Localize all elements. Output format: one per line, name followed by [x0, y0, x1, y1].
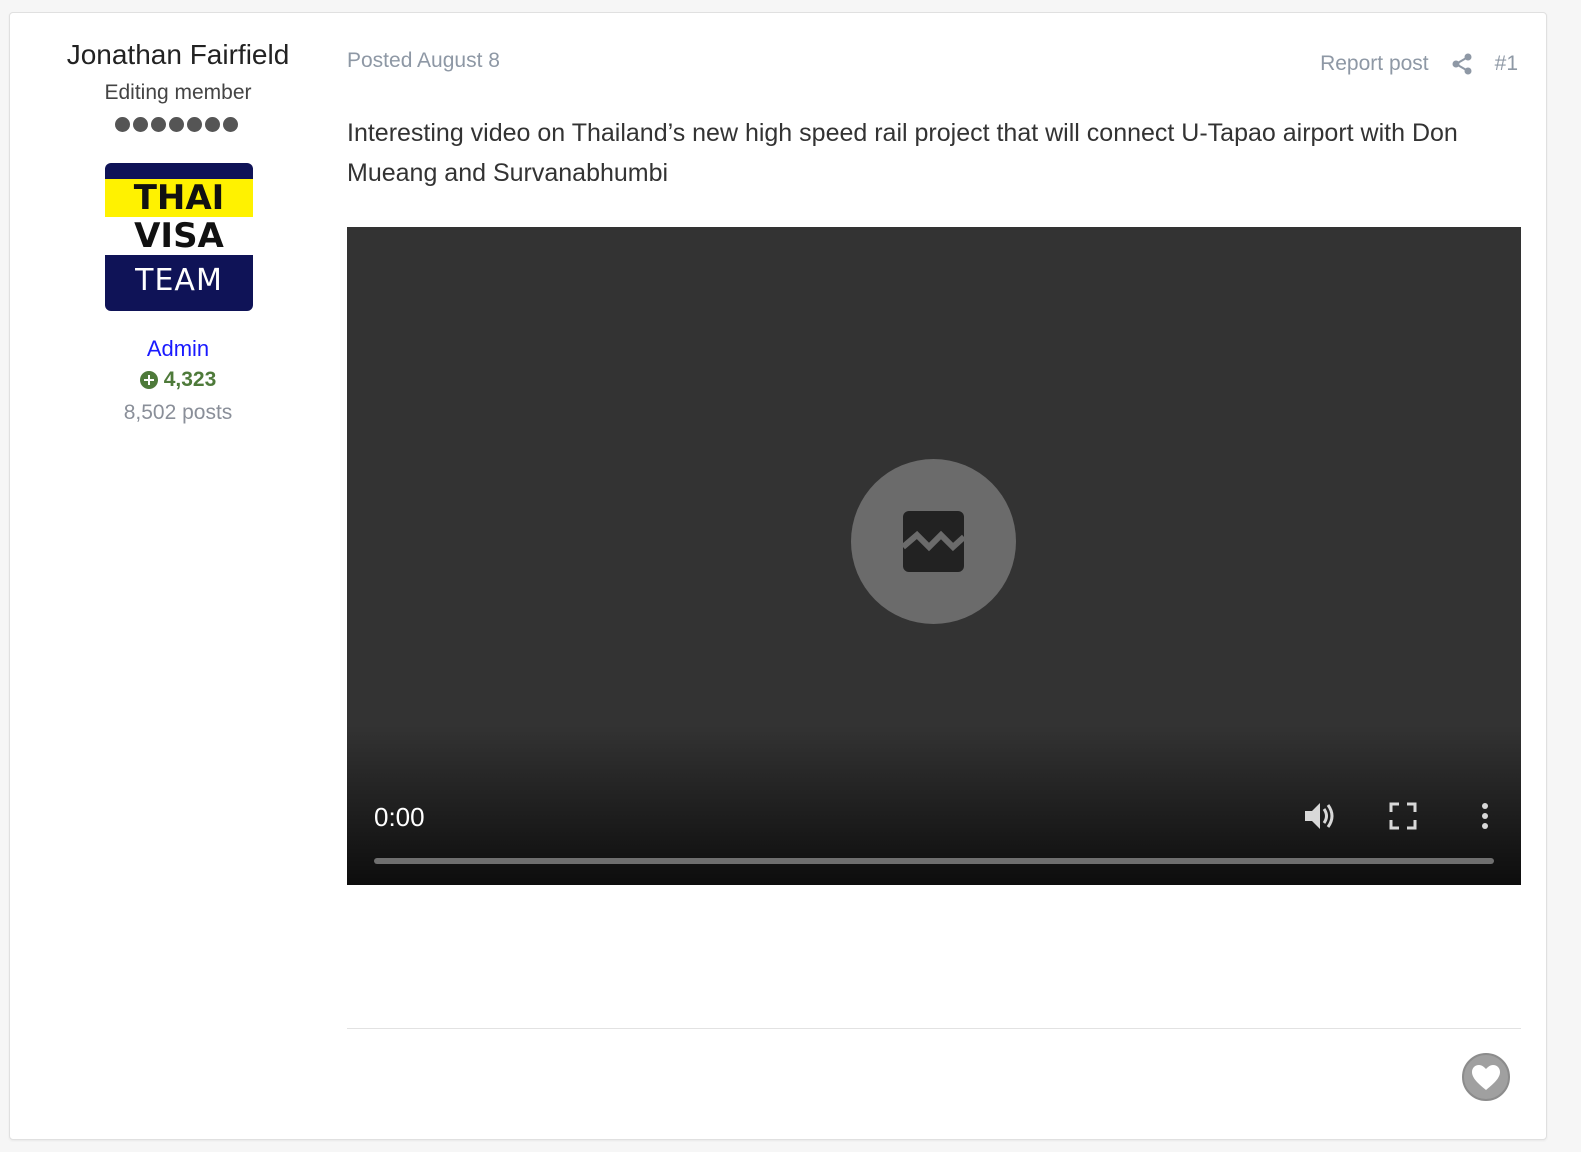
rank-pip [151, 117, 166, 132]
post-number-link[interactable]: #1 [1495, 50, 1518, 78]
author-name[interactable]: Jonathan Fairfield [10, 37, 346, 73]
heart-icon [1472, 1065, 1500, 1090]
post-tools: Report post #1 [1320, 50, 1518, 78]
avatar-text-thai: THAI [133, 178, 225, 218]
avatar[interactable]: THAI VISA TEAM [105, 163, 253, 311]
reputation-count: 4,323 [163, 368, 217, 391]
like-button[interactable] [1462, 1053, 1510, 1101]
rank-pip [169, 117, 184, 132]
author-reputation: 4,323 [10, 366, 346, 394]
broken-image-icon [901, 511, 966, 572]
report-post-link[interactable]: Report post [1320, 50, 1429, 78]
post-date[interactable]: Posted August 8 [347, 47, 500, 75]
more-vertical-icon[interactable] [1467, 798, 1503, 839]
rank-pip [133, 117, 148, 132]
video-progress-bar[interactable] [374, 858, 1494, 864]
post-footer-divider [347, 1028, 1521, 1029]
author-post-count: 8,502 posts [123, 401, 233, 424]
share-icon[interactable] [1451, 53, 1473, 75]
video-player[interactable]: 0:00 [347, 227, 1521, 885]
author-group-link[interactable]: Admin [10, 335, 346, 363]
author-title: Editing member [104, 81, 252, 104]
avatar-text-visa: VISA [134, 216, 224, 256]
rank-pip [115, 117, 130, 132]
avatar-text-team: TEAM [135, 263, 223, 298]
broken-image-badge [851, 459, 1016, 624]
rank-pip [187, 117, 202, 132]
plus-circle-icon [139, 371, 158, 389]
fullscreen-icon[interactable] [1385, 798, 1421, 839]
rank-pip [223, 117, 238, 132]
video-time: 0:00 [374, 802, 425, 832]
forum-post: Jonathan Fairfield Editing member THAI V… [9, 12, 1547, 1140]
rank-pip [205, 117, 220, 132]
rank-pips [115, 117, 238, 132]
post-content: Interesting video on Thailand’s new high… [347, 119, 1458, 187]
volume-icon[interactable] [1301, 798, 1337, 839]
